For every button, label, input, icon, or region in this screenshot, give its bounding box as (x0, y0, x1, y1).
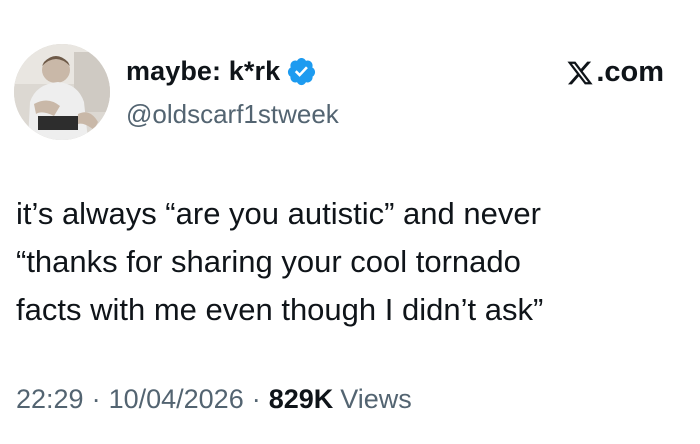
tweet-card: maybe: k*rk @oldscarf1stweek .com it’s a… (0, 0, 700, 444)
tweet-time[interactable]: 22:29 (16, 384, 84, 415)
source-label: .com (566, 56, 664, 89)
verified-badge-icon (288, 57, 316, 86)
author-handle[interactable]: @oldscarf1stweek (126, 99, 339, 130)
display-name-text: maybe: k*rk (126, 56, 281, 86)
tweet-line: facts with me even though I didn’t ask” (16, 292, 544, 327)
avatar[interactable] (14, 44, 110, 140)
tweet-line: it’s always “are you autistic” and never (16, 196, 541, 231)
avatar-photo (14, 44, 110, 140)
tweet-text: it’s always “are you autistic” and never… (16, 190, 666, 334)
tweet-date[interactable]: 10/04/2026 (109, 384, 244, 415)
tweet-line: “thanks for sharing your cool tornado (16, 244, 521, 279)
tweet-meta: 22:29 · 10/04/2026 · 829K Views (16, 384, 412, 415)
x-logo-icon (567, 61, 593, 84)
meta-separator: · (251, 384, 261, 414)
meta-separator: · (91, 384, 101, 414)
source-domain: .com (596, 56, 664, 88)
views-label: Views (340, 384, 412, 414)
display-name[interactable]: maybe: k*rk (126, 56, 317, 87)
views-count: 829K (268, 384, 334, 414)
